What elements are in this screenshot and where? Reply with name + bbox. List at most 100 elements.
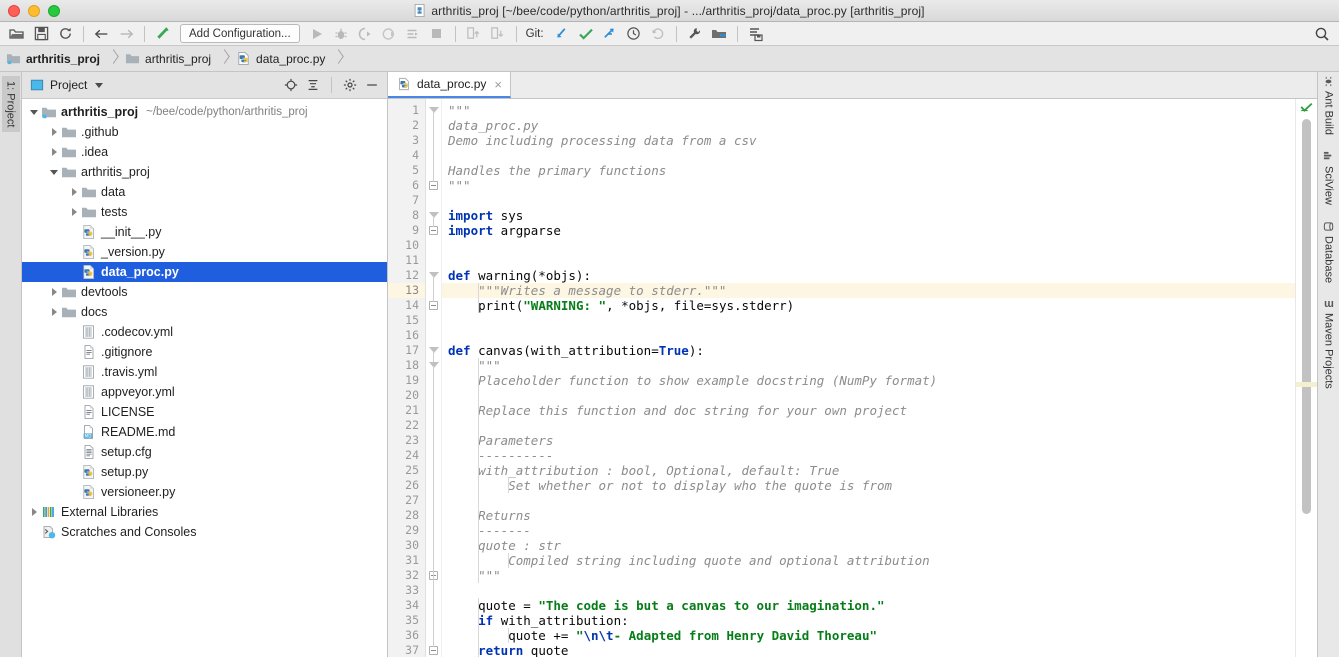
locate-icon[interactable] — [282, 76, 300, 94]
git-history-icon[interactable] — [623, 24, 645, 44]
tree-node-setup-cfg[interactable]: setup.cfg — [22, 442, 387, 462]
run-coverage-icon[interactable] — [354, 24, 376, 44]
download-icon[interactable] — [487, 24, 509, 44]
chevron-right-icon[interactable] — [68, 202, 81, 222]
code-line[interactable]: ------- — [442, 523, 1295, 538]
code-line[interactable]: """ — [442, 103, 1295, 118]
hide-icon[interactable] — [363, 76, 381, 94]
tree-node-data[interactable]: data — [22, 182, 387, 202]
open-project-icon[interactable] — [6, 24, 28, 44]
code-line[interactable]: Returns — [442, 508, 1295, 523]
code-line[interactable] — [442, 238, 1295, 253]
code-line[interactable] — [442, 148, 1295, 163]
tree-node-tests[interactable]: tests — [22, 202, 387, 222]
code-line[interactable] — [442, 328, 1295, 343]
tree-node--codecov-yml[interactable]: .codecov.yml — [22, 322, 387, 342]
code-line[interactable] — [442, 313, 1295, 328]
code-line[interactable]: """Writes a message to stderr.""" — [442, 283, 1295, 298]
source-code[interactable]: """ data_proc.py Demo including processing… — [442, 99, 1295, 657]
database-sync-icon[interactable] — [745, 24, 767, 44]
settings-wrench-icon[interactable] — [684, 24, 706, 44]
run-icon[interactable] — [306, 24, 328, 44]
close-icon[interactable]: × — [494, 77, 502, 92]
git-rollback-icon[interactable] — [647, 24, 669, 44]
ok-check-icon[interactable] — [1300, 102, 1313, 115]
profile-icon[interactable] — [378, 24, 400, 44]
code-line[interactable]: print("WARNING: ", *objs, file=sys.stder… — [442, 298, 1295, 313]
vertical-scrollbar[interactable] — [1302, 119, 1311, 514]
project-tree[interactable]: arthritis_proj ~/bee/code/python/arthriti… — [22, 99, 387, 657]
editor-tab-data-proc[interactable]: data_proc.py × — [388, 72, 511, 98]
code-line[interactable]: Replace this function and doc string for… — [442, 403, 1295, 418]
run-configuration-selector[interactable]: Add Configuration... — [180, 24, 300, 43]
chevron-right-icon[interactable] — [48, 122, 61, 142]
tree-node-license[interactable]: LICENSE — [22, 402, 387, 422]
code-line[interactable]: Handles the primary functions — [442, 163, 1295, 178]
code-line[interactable]: """ — [442, 568, 1295, 583]
back-icon[interactable] — [91, 24, 113, 44]
chevron-right-icon[interactable] — [28, 502, 41, 522]
code-line[interactable]: Placeholder function to show example doc… — [442, 373, 1295, 388]
code-line[interactable]: data_proc.py — [442, 118, 1295, 133]
chevron-right-icon[interactable] — [48, 282, 61, 302]
chevron-right-icon[interactable] — [68, 182, 81, 202]
code-line[interactable]: quote : str — [442, 538, 1295, 553]
chevron-down-icon[interactable] — [48, 162, 61, 182]
forward-icon[interactable] — [115, 24, 137, 44]
code-line[interactable]: with_attribution : bool, Optional, defau… — [442, 463, 1295, 478]
upload-icon[interactable] — [463, 24, 485, 44]
code-line[interactable] — [442, 388, 1295, 403]
code-line[interactable]: Demo including processing data from a cs… — [442, 133, 1295, 148]
run-with-console-icon[interactable] — [402, 24, 424, 44]
project-structure-icon[interactable] — [708, 24, 730, 44]
code-line[interactable]: quote = "The code is but a canvas to our… — [442, 598, 1295, 613]
stop-icon[interactable] — [426, 24, 448, 44]
fold-expanded-icon[interactable] — [429, 107, 439, 113]
fold-gutter[interactable] — [426, 99, 442, 657]
code-line[interactable] — [442, 418, 1295, 433]
tree-node-versioneer-py[interactable]: versioneer.py — [22, 482, 387, 502]
tree-node--version-py[interactable]: _version.py — [22, 242, 387, 262]
fold-expanded-icon[interactable] — [429, 272, 439, 278]
code-line[interactable]: Parameters — [442, 433, 1295, 448]
git-update-icon[interactable] — [551, 24, 573, 44]
code-line[interactable]: return quote — [442, 643, 1295, 657]
code-line[interactable]: quote += "\n\t- Adapted from Henry David… — [442, 628, 1295, 643]
code-line[interactable]: if with_attribution: — [442, 613, 1295, 628]
collapse-all-icon[interactable] — [304, 76, 322, 94]
tree-node-docs[interactable]: docs — [22, 302, 387, 322]
code-line[interactable] — [442, 193, 1295, 208]
fold-collapse-icon[interactable] — [429, 226, 438, 235]
tree-node-scratches-and-consoles[interactable]: Scratches and Consoles — [22, 522, 387, 542]
chevron-down-icon[interactable] — [28, 102, 41, 122]
breadcrumb-item-package[interactable]: arthritis_proj — [125, 51, 213, 66]
search-icon[interactable] — [1311, 24, 1333, 44]
sidebar-item-ant-build[interactable]: Ant Build — [1323, 76, 1335, 135]
code-line[interactable]: """ — [442, 358, 1295, 373]
tree-node-setup-py[interactable]: setup.py — [22, 462, 387, 482]
code-line[interactable]: ---------- — [442, 448, 1295, 463]
chevron-right-icon[interactable] — [48, 142, 61, 162]
chevron-down-icon[interactable] — [95, 82, 104, 88]
tree-node--idea[interactable]: .idea — [22, 142, 387, 162]
settings-gear-icon[interactable] — [341, 76, 359, 94]
tree-node--github[interactable]: .github — [22, 122, 387, 142]
sidebar-item-database[interactable]: Database — [1323, 221, 1335, 283]
code-line[interactable] — [442, 583, 1295, 598]
sidebar-item-sciview[interactable]: SciView — [1323, 151, 1335, 205]
git-push-icon[interactable] — [599, 24, 621, 44]
code-line[interactable]: def warning(*objs): — [442, 268, 1295, 283]
code-line[interactable]: def canvas(with_attribution=True): — [442, 343, 1295, 358]
chevron-right-icon[interactable] — [48, 302, 61, 322]
fold-expanded-icon[interactable] — [429, 347, 439, 353]
tree-node-data-proc-py[interactable]: data_proc.py — [22, 262, 387, 282]
tree-node-external-libraries[interactable]: External Libraries — [22, 502, 387, 522]
sidebar-item-project-tab[interactable]: 1: Project — [1, 76, 20, 133]
code-line[interactable]: import argparse — [442, 223, 1295, 238]
fold-expanded-icon[interactable] — [429, 212, 439, 218]
tree-node-arthritis-proj[interactable]: arthritis_proj — [22, 162, 387, 182]
code-line[interactable]: Set whether or not to display who the qu… — [442, 478, 1295, 493]
tree-node-arthritis-proj[interactable]: arthritis_proj ~/bee/code/python/arthriti… — [22, 102, 387, 122]
tree-node-appveyor-yml[interactable]: appveyor.yml — [22, 382, 387, 402]
debug-icon[interactable] — [330, 24, 352, 44]
